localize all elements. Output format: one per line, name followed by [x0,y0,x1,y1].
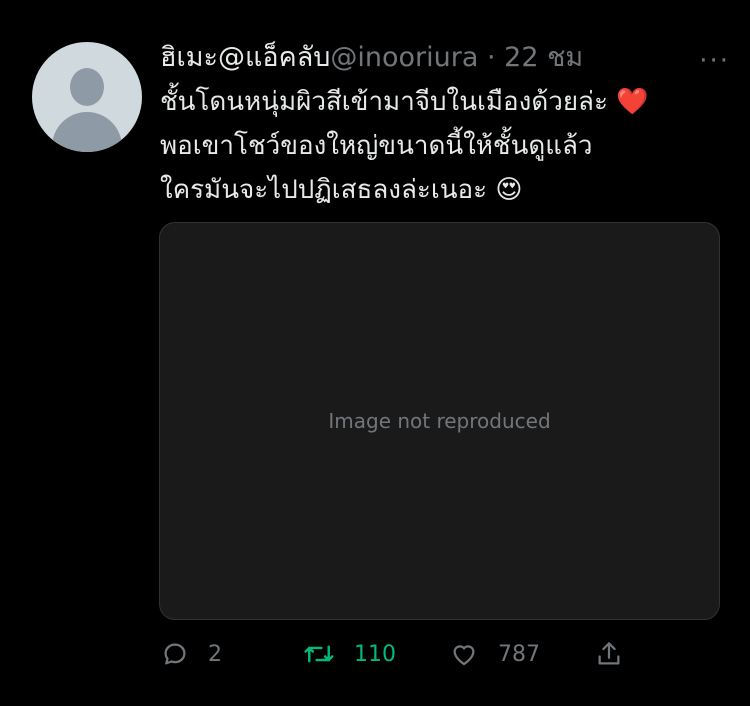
reply-icon [160,639,190,669]
tweet-text-line: ใครมันจะไปปฏิเสธลงล่ะเนอะ 😍 [160,175,523,205]
share-icon [594,639,624,669]
reply-count: 2 [208,641,222,667]
like-count: 787 [498,641,540,667]
tweet-text: ชั้นโดนหนุ่มผิวสีเข้ามาจีบในเมืองด้วยล่ะ… [160,80,720,212]
tweet-text-line: พอเขาโชว์ของใหญ่ขนาดนี้ให้ชั้นดูแล้ว [160,131,593,161]
tweet-text-line: ชั้นโดนหนุ่มผิวสีเข้ามาจีบในเมืองด้วยล่ะ… [160,87,649,117]
tweet[interactable]: ฮิเมะ@แอ็คลับ@inooriura · 22 ชม ··· ชั้น… [0,0,750,706]
avatar[interactable] [32,42,142,152]
retweet-count: 110 [354,641,396,667]
reply-button[interactable]: 2 [160,634,222,674]
separator-dot: · [486,42,496,73]
timestamp[interactable]: 22 ชม [504,42,583,73]
avatar-body-shape [52,112,122,152]
tweet-header: ฮิเมะ@แอ็คลับ@inooriura · 22 ชม [160,40,690,76]
retweet-button[interactable]: 110 [302,634,396,674]
media-placeholder: Image not reproduced [328,409,551,433]
tweet-media[interactable]: Image not reproduced [159,222,720,620]
share-button[interactable] [594,634,624,674]
heart-icon [448,639,480,669]
avatar-head-shape [70,68,104,106]
tweet-actions: 2 110 787 [160,634,640,674]
like-button[interactable]: 787 [448,634,540,674]
display-name[interactable]: ฮิเมะ@แอ็คลับ [160,42,330,73]
more-options-icon[interactable]: ··· [699,46,730,76]
retweet-icon [302,639,336,669]
user-handle[interactable]: @inooriura [330,42,478,73]
